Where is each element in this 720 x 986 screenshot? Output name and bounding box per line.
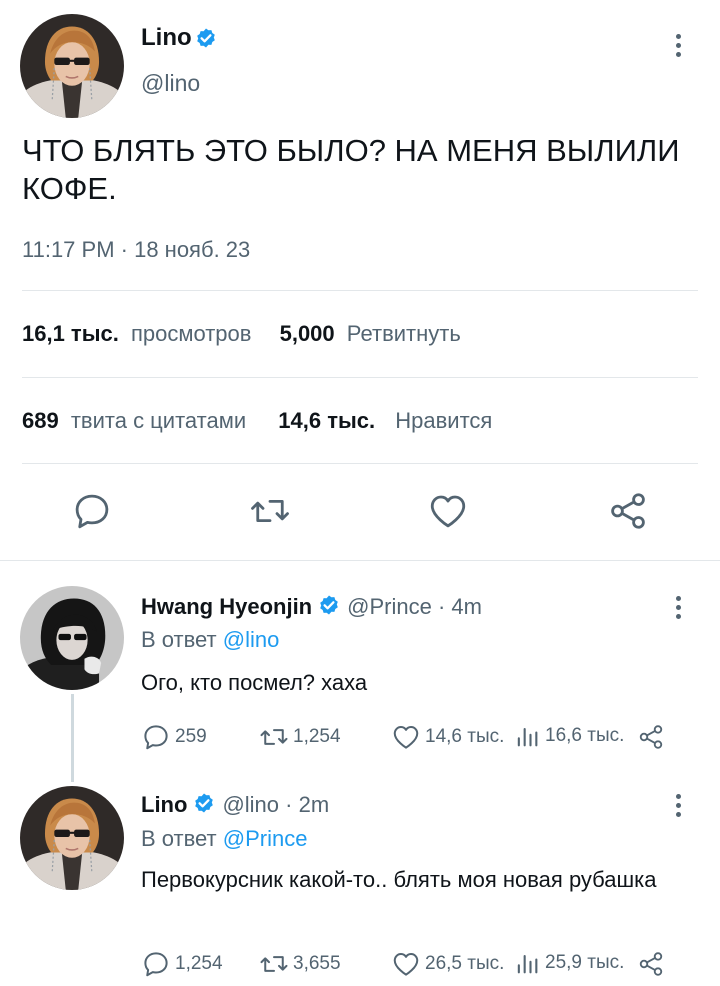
reply-time[interactable]: · 2m (285, 792, 329, 817)
views-count: 16,1 тыс. (22, 321, 119, 346)
views-label: просмотров (130, 321, 252, 346)
reply-author-name[interactable]: Lino (141, 792, 187, 817)
section-divider (0, 560, 720, 561)
like-count: 26,5 тыс. (425, 953, 505, 974)
quotes-count[interactable]: 689 (22, 408, 59, 433)
retweets-label[interactable]: Ретвитнуть (347, 321, 461, 346)
retweet-icon (259, 722, 289, 752)
reply-to-line: В ответ @Prince (141, 826, 307, 852)
reply-avatar[interactable] (20, 586, 124, 690)
retweet-icon (259, 949, 289, 979)
views-count: 25,9 тыс. (545, 952, 625, 973)
reply-count: 1,254 (175, 953, 223, 974)
thread-line (71, 694, 74, 782)
views-icon (513, 722, 541, 750)
likes-label[interactable]: Нравится (395, 408, 492, 433)
views-count: 16,6 тыс. (545, 725, 625, 746)
reply-to-line: В ответ @lino (141, 627, 279, 653)
reply-to-prefix: В ответ (141, 627, 217, 652)
views-button[interactable]: 16,6 тыс. (513, 722, 624, 750)
reply-icon (141, 722, 171, 752)
reply-meta: Lino @lino · 2m (141, 792, 329, 818)
reply-icon (141, 949, 171, 979)
like-count: 14,6 тыс. (425, 726, 505, 747)
reply-actions: 1,254 3,655 26,5 тыс. 25,9 тыс. (141, 949, 681, 979)
quotes-label[interactable]: твита с цитатами (71, 408, 246, 433)
reply-text: Ого, кто посмел? хаха (141, 670, 368, 695)
retweet-button[interactable]: 3,655 (259, 949, 341, 979)
stats-row-quotes-likes: 689 твита с цитатами 14,6 тыс. Нравится (22, 408, 492, 434)
reply-icon[interactable] (71, 490, 113, 532)
likes-count[interactable]: 14,6 тыс. (278, 408, 375, 433)
reply-author-handle[interactable]: @lino (222, 792, 279, 817)
views-button[interactable]: 25,9 тыс. (513, 949, 624, 977)
main-tweet: Lino @lino ЧТО БЛЯТЬ ЭТО БЫЛО? НА МЕНЯ В… (0, 0, 720, 560)
views-icon (513, 949, 541, 977)
reply-text: Первокурсник какой-то.. блять моя новая … (141, 867, 657, 892)
like-button[interactable]: 26,5 тыс. (391, 949, 504, 979)
more-options-icon[interactable] (674, 596, 682, 623)
reply-to-prefix: В ответ (141, 826, 217, 851)
retweet-button[interactable]: 1,254 (259, 722, 341, 752)
author-name[interactable]: Lino (141, 24, 192, 52)
divider (22, 290, 698, 291)
reply-count: 259 (175, 726, 207, 747)
reply-actions: 259 1,254 14,6 тыс. 16,6 тыс. (141, 722, 681, 752)
share-icon[interactable] (637, 723, 665, 751)
reply-button[interactable]: 259 (141, 722, 207, 752)
verified-badge-icon (194, 27, 218, 51)
reply-author-handle[interactable]: @Prince (347, 594, 432, 619)
divider (22, 377, 698, 378)
retweet-icon[interactable] (249, 490, 291, 532)
like-icon (391, 949, 421, 979)
more-options-icon[interactable] (674, 794, 682, 821)
tweet-text: ЧТО БЛЯТЬ ЭТО БЫЛО? НА МЕНЯ ВЫЛИЛИ КОФЕ. (22, 133, 680, 206)
share-icon[interactable] (637, 950, 665, 978)
retweets-count[interactable]: 5,000 (280, 321, 335, 346)
like-button[interactable]: 14,6 тыс. (391, 722, 504, 752)
reply-meta: Hwang Hyeonjin @Prince · 4m (141, 594, 482, 620)
author-handle[interactable]: @lino (141, 70, 200, 97)
like-icon (391, 722, 421, 752)
tweet-timestamp[interactable]: 11:17 PM · 18 нояб. 23 (22, 237, 250, 263)
reply-to-mention[interactable]: @Prince (223, 826, 308, 851)
more-options-icon[interactable] (674, 34, 682, 61)
divider (22, 463, 698, 464)
verified-badge-icon (192, 792, 216, 816)
retweet-count: 3,655 (293, 953, 341, 974)
retweet-count: 1,254 (293, 726, 341, 747)
like-icon[interactable] (427, 490, 469, 532)
reply-button[interactable]: 1,254 (141, 949, 223, 979)
reply-author-name[interactable]: Hwang Hyeonjin (141, 594, 312, 619)
author-avatar[interactable] (20, 14, 124, 118)
reply-to-mention[interactable]: @lino (223, 627, 280, 652)
reply-avatar[interactable] (20, 786, 124, 890)
stats-row-views-retweets: 16,1 тыс. просмотров 5,000 Ретвитнуть (22, 321, 461, 347)
verified-badge-icon (317, 594, 341, 618)
share-icon[interactable] (607, 490, 649, 532)
reply-time[interactable]: · 4m (438, 594, 482, 619)
